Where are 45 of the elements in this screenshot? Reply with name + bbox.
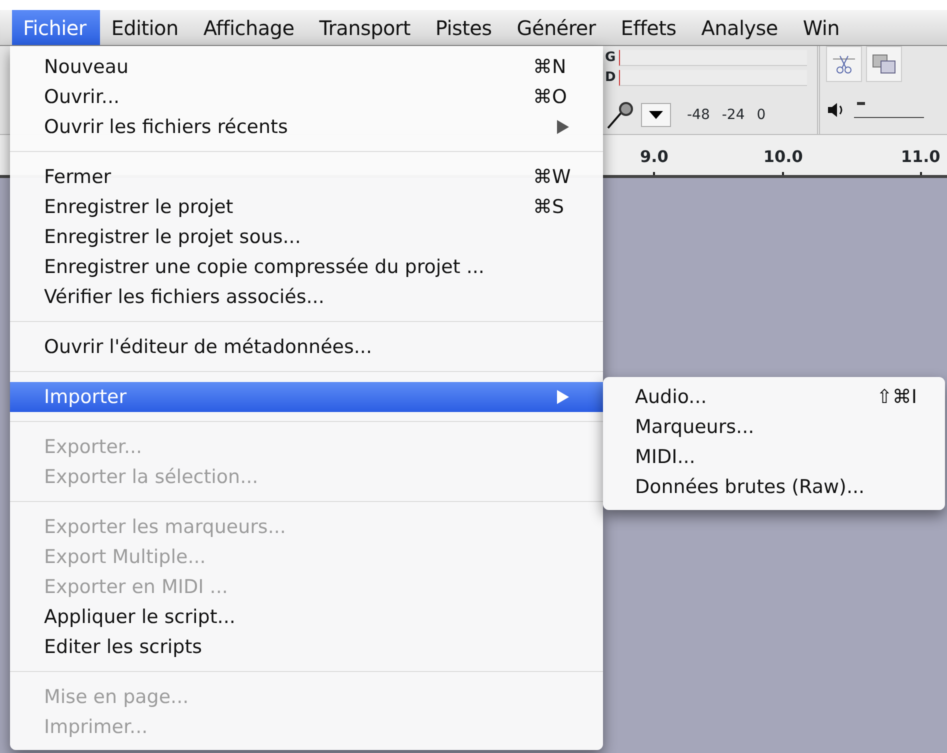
meter-scale-label: 0 bbox=[756, 106, 766, 124]
menu-item[interactable]: Vérifier les fichiers associés... bbox=[10, 282, 603, 312]
dropdown-button[interactable] bbox=[641, 103, 671, 127]
menu-item[interactable]: Ouvrir... ⌘O bbox=[10, 82, 603, 112]
menu-bar-item[interactable]: Fichier bbox=[12, 10, 100, 45]
ruler-label: 9.0 bbox=[640, 146, 668, 168]
channel-label: D bbox=[605, 69, 616, 88]
menu-bar-item[interactable]: Effets bbox=[610, 10, 690, 45]
menu-bar-item[interactable]: Edition bbox=[100, 10, 192, 45]
caret-icon bbox=[649, 111, 663, 119]
meter-scale-label: -24 bbox=[722, 106, 745, 124]
submenu-arrow-icon bbox=[557, 120, 569, 134]
menu-item[interactable]: Données brutes (Raw)... bbox=[603, 472, 945, 502]
menu-bar-item[interactable]: Analyse bbox=[690, 10, 792, 45]
menu-item[interactable]: Ouvrir les fichiers récents bbox=[10, 112, 603, 142]
menu-bar-item[interactable]: Affichage bbox=[192, 10, 308, 45]
ruler-label: 11.0 bbox=[900, 146, 940, 168]
menu-item[interactable]: Audio... ⇧⌘I bbox=[603, 382, 945, 412]
menu-item[interactable]: Ouvrir l'éditeur de métadonnées... bbox=[10, 332, 603, 362]
copy-button[interactable] bbox=[866, 46, 902, 82]
menu-item[interactable]: MIDI... bbox=[603, 442, 945, 472]
ruler-tick bbox=[782, 172, 784, 175]
ruler-label: 10.0 bbox=[763, 146, 803, 168]
menu-item[interactable]: Enregistrer le projet sous... bbox=[10, 222, 603, 252]
menu-bar-item[interactable]: Générer bbox=[506, 10, 610, 45]
menu-bar-item[interactable]: Win bbox=[792, 10, 854, 45]
menu-item[interactable]: Appliquer le script... bbox=[10, 602, 603, 632]
volume-slider[interactable] bbox=[854, 102, 924, 118]
copy-icon bbox=[871, 52, 897, 76]
menu-item[interactable]: Enregistrer une copie compressée du projet ... bbox=[10, 252, 603, 282]
menu-bar-item[interactable]: Transport bbox=[308, 10, 424, 45]
cut-button[interactable] bbox=[826, 46, 862, 82]
meter-scale-label: -48 bbox=[687, 106, 710, 124]
menu-item[interactable]: Importer bbox=[10, 382, 603, 412]
channel-label: G bbox=[605, 49, 616, 68]
menu-item[interactable]: Enregistrer le projet ⌘S bbox=[10, 192, 603, 222]
ruler-tick bbox=[920, 172, 922, 175]
ruler-tick bbox=[653, 172, 656, 175]
menu-item[interactable]: Editer les scripts bbox=[10, 632, 603, 662]
menu-bar-item[interactable]: Pistes bbox=[424, 10, 506, 45]
slider-thumb[interactable] bbox=[857, 102, 866, 105]
menu-item[interactable]: Fermer ⌘W bbox=[10, 162, 603, 192]
menu-item[interactable]: Nouveau ⌘N bbox=[10, 52, 603, 82]
submenu-arrow-icon bbox=[557, 390, 569, 404]
menu-item[interactable]: Marqueurs... bbox=[603, 412, 945, 442]
